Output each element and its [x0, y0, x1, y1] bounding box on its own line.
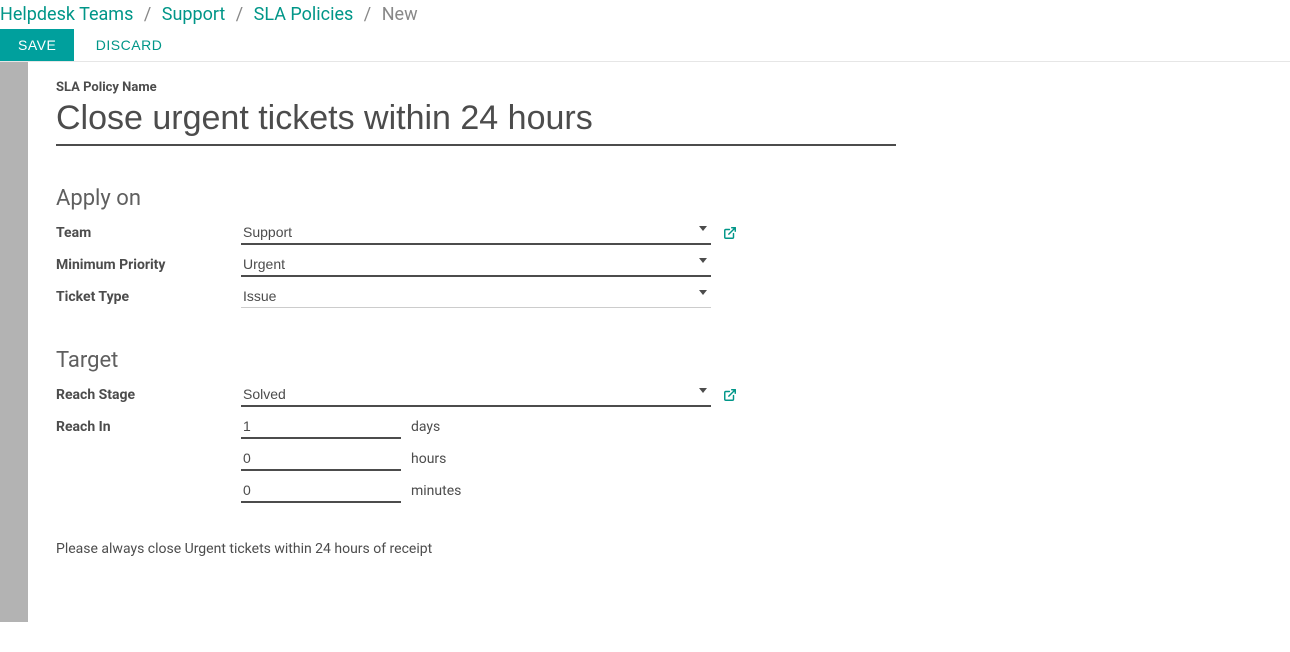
description-note: Please always close Urgent tickets withi…: [56, 541, 1262, 557]
save-button[interactable]: SAVE: [0, 29, 74, 61]
breadcrumb-current: New: [382, 4, 418, 25]
team-select[interactable]: [241, 221, 711, 245]
external-link-icon[interactable]: [723, 388, 737, 402]
sla-policy-name-input[interactable]: [56, 95, 896, 146]
sla-policy-name-label: SLA Policy Name: [56, 80, 1262, 95]
ticket-type-select-input[interactable]: [241, 285, 711, 308]
days-input[interactable]: [241, 415, 401, 439]
minimum-priority-label: Minimum Priority: [56, 257, 241, 273]
breadcrumb-separator: /: [144, 4, 151, 25]
breadcrumb-separator: /: [236, 4, 243, 25]
reach-stage-select[interactable]: [241, 383, 711, 407]
hours-unit: hours: [411, 451, 446, 467]
action-bar: SAVE DISCARD: [0, 29, 1290, 62]
team-select-input[interactable]: [241, 221, 711, 245]
ticket-type-label: Ticket Type: [56, 289, 241, 305]
discard-button[interactable]: DISCARD: [78, 29, 181, 61]
breadcrumb-sla-policies[interactable]: SLA Policies: [254, 4, 354, 25]
days-unit: days: [411, 419, 440, 435]
left-gutter: [0, 62, 28, 622]
reach-in-label: Reach In: [56, 419, 241, 435]
target-title: Target: [56, 348, 1262, 373]
minimum-priority-select[interactable]: [241, 253, 711, 277]
apply-on-title: Apply on: [56, 186, 1262, 211]
external-link-icon[interactable]: [723, 226, 737, 240]
team-label: Team: [56, 225, 241, 241]
breadcrumb-helpdesk-teams[interactable]: Helpdesk Teams: [0, 4, 133, 25]
hours-input[interactable]: [241, 447, 401, 471]
ticket-type-select[interactable]: [241, 285, 711, 308]
minutes-input[interactable]: [241, 479, 401, 503]
minimum-priority-select-input[interactable]: [241, 253, 711, 277]
breadcrumb-separator: /: [364, 4, 371, 25]
breadcrumb-support[interactable]: Support: [162, 4, 226, 25]
minutes-unit: minutes: [411, 483, 461, 499]
reach-stage-select-input[interactable]: [241, 383, 711, 407]
breadcrumb: Helpdesk Teams / Support / SLA Policies …: [0, 0, 1290, 29]
reach-stage-label: Reach Stage: [56, 387, 241, 403]
